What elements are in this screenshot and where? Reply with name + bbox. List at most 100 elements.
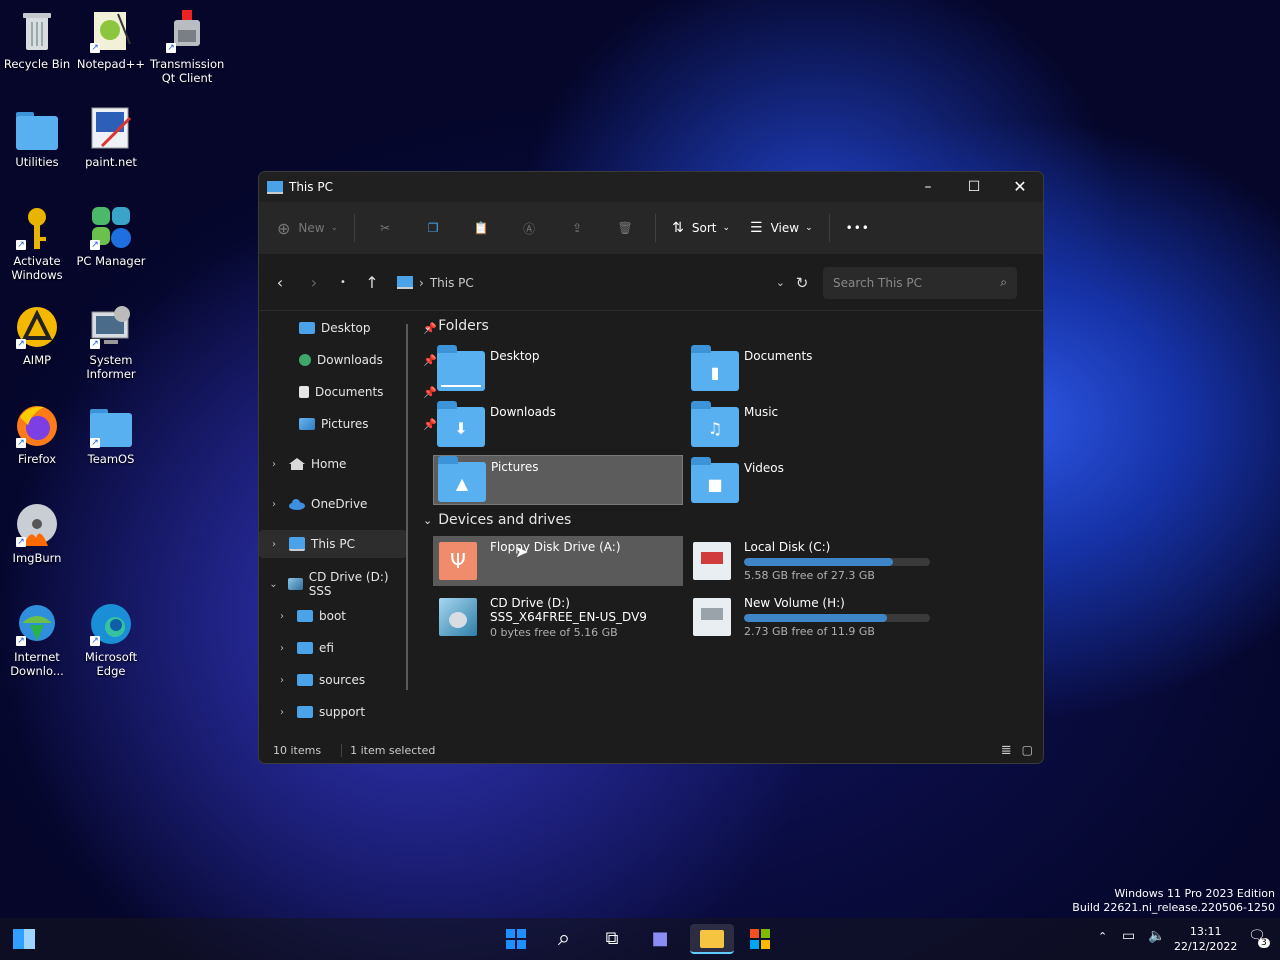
widgets-button[interactable] [8,924,40,954]
recent-locations-button[interactable]: • [331,277,355,288]
sidebar-item-documents[interactable]: Documents 📌 [259,378,439,406]
folder-tile-desktop[interactable]: Desktop [433,345,683,395]
desktop-icon-microsoft-edge[interactable]: ↗ Microsoft Edge [74,601,148,678]
desktop-icon-transmission[interactable]: ↗ Transmission Qt Client [150,8,224,85]
chevron-right-icon[interactable]: › [275,643,289,654]
back-button[interactable]: ‹ [263,273,297,292]
chat-button[interactable]: ■ [644,924,676,954]
desktop-icon-notepad-plus-plus[interactable]: ↗ Notepad++ [74,8,148,71]
taskbar: ⌕ ⧉ ■ ⌃ ▭ 🔈 13:11 22/12/2022 🗨 3 [0,918,1280,960]
new-button[interactable]: ⊕ New ⌄ [267,211,348,245]
sort-button[interactable]: ⇅ Sort ⌄ [662,211,740,245]
folder-icon [297,706,313,718]
drive-floppy-a[interactable]: Ψ Floppy Disk Drive (A:) ➤ [433,536,683,586]
minimize-button[interactable]: – [905,172,951,202]
sidebar-item-boot[interactable]: › boot [259,602,415,630]
delete-button[interactable]: 🗑 [601,211,649,245]
chevron-right-icon[interactable]: › [275,707,289,718]
drive-new-volume-h[interactable]: New Volume (H:) 2.73 GB free of 11.9 GB [687,592,937,642]
search-button[interactable]: ⌕ [548,924,580,954]
notification-center-button[interactable]: 🗨 3 [1248,928,1270,948]
chevron-right-icon[interactable]: › [267,499,281,510]
chevron-right-icon[interactable]: › [267,459,281,470]
sidebar-item-sources[interactable]: › sources [259,666,415,694]
task-view-button[interactable]: ⧉ [596,924,628,954]
desktop-icon-activate-windows[interactable]: ↗ Activate Windows [0,205,74,282]
file-explorer-button[interactable] [690,924,734,954]
folder-name: Pictures [491,460,539,474]
sidebar-item-home[interactable]: › Home [259,450,407,478]
sidebar-item-pictures[interactable]: Pictures 📌 [259,410,439,438]
paste-button[interactable]: 📋 [457,211,505,245]
share-button[interactable]: ⇪ [553,211,601,245]
chevron-right-icon[interactable]: › [275,675,289,686]
folder-tile-pictures[interactable]: ▲ Pictures [433,455,683,505]
desktop-icon-teamos[interactable]: ↗ TeamOS [74,403,148,466]
chevron-right-icon[interactable]: › [267,539,281,550]
windows-logo-icon [506,929,526,949]
desktop-icon-label: System Informer [86,353,136,381]
breadcrumb-this-pc[interactable]: This PC [430,276,474,290]
sidebar-item-downloads[interactable]: Downloads 📌 [259,346,439,374]
desktop-icon-firefox[interactable]: ↗ Firefox [0,403,74,466]
address-bar[interactable]: › This PC ⌄ [397,267,785,299]
chevron-right-icon[interactable]: › [275,611,289,622]
start-button[interactable] [500,924,532,954]
desktop-icon-aimp[interactable]: ↗ AIMP [0,304,74,367]
search-placeholder: Search This PC [833,275,922,290]
close-button[interactable]: ✕ [997,172,1043,202]
search-box[interactable]: Search This PC ⌕ [823,266,1017,299]
folder-tile-downloads[interactable]: ⬇ Downloads [433,401,683,451]
maximize-button[interactable]: ☐ [951,172,997,202]
up-button[interactable]: ↑ [355,273,389,292]
desktop-icon-imgburn[interactable]: ↗ ImgBurn [0,502,74,565]
network-icon[interactable]: ▭ [1122,928,1135,944]
clock[interactable]: 13:11 22/12/2022 [1174,924,1237,954]
more-options-button[interactable]: ••• [836,211,880,245]
cut-button[interactable]: ✂ [361,211,409,245]
desktop-icon-pc-manager[interactable]: ↗ PC Manager [74,205,148,268]
new-label: New [298,221,325,235]
devices-section-header[interactable]: ⌄ Devices and drives [423,512,571,528]
forward-button[interactable]: › [297,273,331,292]
desktop-folder-icon [437,345,485,391]
show-hidden-icons-button[interactable]: ⌃ [1098,930,1107,943]
tiles-view-icon[interactable]: ▢ [1022,743,1033,757]
sidebar-item-this-pc[interactable]: › This PC [259,530,407,558]
drive-local-c[interactable]: Local Disk (C:) 5.58 GB free of 27.3 GB [687,536,937,586]
item-count: 10 items [273,743,322,757]
store-button[interactable] [744,924,776,954]
folder-icon [297,610,313,622]
desktop-icon-paint-net[interactable]: paint.net [74,106,148,169]
folders-section-header[interactable]: ⌄ Folders [423,318,489,334]
chevron-down-icon[interactable]: ⌄ [267,579,280,590]
desktop-icon-label: Internet Downlo... [10,650,64,678]
sidebar-item-desktop[interactable]: Desktop 📌 [259,314,439,342]
plus-circle-icon: ⊕ [277,218,291,238]
desktop-icon-recycle-bin[interactable]: Recycle Bin [0,8,74,71]
rename-button[interactable]: Ⓐ [505,211,553,245]
desktop-icon-utilities[interactable]: Utilities [0,106,74,169]
desktop-icon-system-informer[interactable]: ↗ System Informer [74,304,148,381]
desktop-icon-internet-download-manager[interactable]: ↗ Internet Downlo... [0,601,74,678]
store-icon [750,929,770,949]
copy-button[interactable]: ❐ [409,211,457,245]
file-explorer-window[interactable]: This PC – ☐ ✕ ⊕ New ⌄ ✂ ❐ 📋 Ⓐ ⇪ 🗑 ⇅ Sort… [258,171,1044,764]
desktop-icon-label: Firefox [17,452,57,466]
view-button[interactable]: ☰ View ⌄ [740,211,823,245]
title-bar[interactable]: This PC – ☐ ✕ [259,172,1043,202]
details-view-icon[interactable]: ≣ [1001,743,1012,758]
folder-tile-videos[interactable]: ■ Videos [687,457,937,507]
folder-tile-music[interactable]: ♫ Music [687,401,937,451]
refresh-button[interactable]: ↻ [785,274,819,292]
sidebar-scrollbar[interactable] [406,324,408,690]
chevron-up-icon: ⌃ [1098,930,1108,943]
chevron-down-icon[interactable]: ⌄ [776,276,785,289]
sidebar-item-cd-drive[interactable]: ⌄ CD Drive (D:) SSS [259,570,407,598]
folder-tile-documents[interactable]: ▮ Documents [687,345,937,395]
drive-cd-d[interactable]: CD Drive (D:) SSS_X64FREE_EN-US_DV9 0 by… [433,592,683,642]
volume-muted-icon[interactable]: 🔈 [1148,928,1165,944]
sidebar-item-efi[interactable]: › efi [259,634,415,662]
sidebar-item-support[interactable]: › support [259,698,415,726]
sidebar-item-onedrive[interactable]: › OneDrive [259,490,407,518]
